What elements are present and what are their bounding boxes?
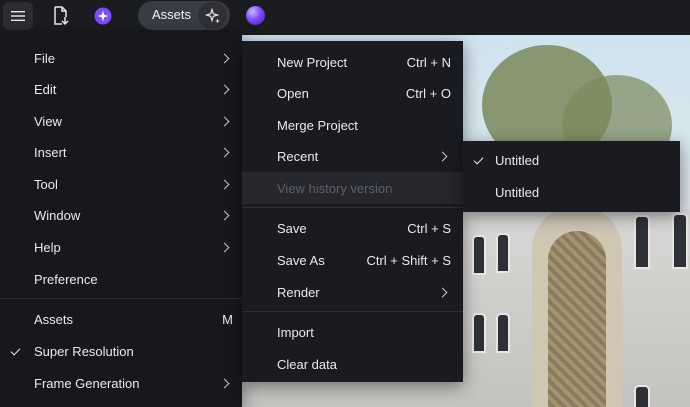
menu-item-assets[interactable]: Assets M [0, 303, 242, 335]
menu-item-label: Frame Generation [34, 375, 140, 391]
chevron-right-icon [219, 53, 230, 63]
ai-assets-button[interactable] [198, 2, 227, 29]
chevron-right-icon [219, 242, 230, 252]
menu-item-import[interactable]: Import [242, 316, 463, 348]
menu-item-insert[interactable]: Insert [0, 136, 242, 168]
chevron-right-icon [437, 151, 448, 161]
chevron-right-icon [437, 287, 448, 297]
menu-item-label: Super Resolution [34, 343, 134, 359]
menu-item-super-resolution[interactable]: Super Resolution [0, 335, 242, 367]
menu-item-label: File [34, 50, 55, 66]
assets-toggle[interactable]: Assets [138, 1, 230, 30]
recent-item[interactable]: Untitled [463, 176, 680, 208]
menu-item-label: Untitled [495, 184, 540, 200]
menu-item-label: Assets [34, 311, 74, 327]
ai-sparkle-badge-icon [94, 7, 112, 25]
menu-item-open[interactable]: Open Ctrl + O [242, 77, 463, 109]
menu-item-recent[interactable]: Recent [242, 140, 463, 172]
menu-item-label: Render [277, 284, 320, 300]
menu-item-edit[interactable]: Edit [0, 73, 242, 105]
menu-item-help[interactable]: Help [0, 231, 242, 263]
menu-item-clear-data[interactable]: Clear data [242, 348, 463, 380]
menu-item-new-project[interactable]: New Project Ctrl + N [242, 46, 463, 78]
menu-item-label: Recent [277, 148, 319, 164]
menu-item-save[interactable]: Save Ctrl + S [242, 212, 463, 244]
sparkle-icon [204, 7, 220, 23]
arch-screen [548, 231, 606, 407]
assets-label: Assets [152, 7, 192, 22]
menu-shortcut: Ctrl + O [405, 85, 451, 101]
chevron-right-icon [219, 147, 230, 157]
menu-item-label: View [34, 113, 62, 129]
window [472, 313, 486, 353]
menu-item-tool[interactable]: Tool [0, 168, 242, 200]
menu-item-preference[interactable]: Preference [0, 263, 242, 295]
chevron-right-icon [219, 179, 230, 189]
menu-item-label: Tool [34, 176, 58, 192]
checkmark-icon [10, 345, 21, 356]
menu-item-label: Insert [34, 144, 67, 160]
ai-assistant-button[interactable] [88, 2, 118, 30]
window [472, 235, 486, 275]
chevron-right-icon [219, 210, 230, 220]
menu-item-label: Merge Project [277, 117, 358, 133]
menu-shortcut: Ctrl + N [406, 54, 451, 70]
menu-item-frame-generation[interactable]: Frame Generation [0, 367, 242, 399]
menu-item-label: Untitled [495, 152, 540, 168]
menu-item-label: Save As [277, 252, 325, 268]
menu-item-window[interactable]: Window [0, 199, 242, 231]
window [634, 385, 650, 407]
menu-divider [242, 207, 463, 208]
menu-item-label: Preference [34, 271, 98, 287]
menu-item-view[interactable]: View [0, 105, 242, 137]
hamburger-icon [11, 11, 25, 21]
menu-item-render[interactable]: Render [242, 276, 463, 308]
menu-item-save-as[interactable]: Save As Ctrl + Shift + S [242, 244, 463, 276]
recent-submenu: Untitled Untitled [463, 141, 680, 212]
menu-item-label: Import [277, 324, 314, 340]
chevron-right-icon [219, 84, 230, 94]
menu-item-file[interactable]: File [0, 42, 242, 74]
menu-shortcut: M [222, 311, 233, 327]
file-submenu: New Project Ctrl + N Open Ctrl + O Merge… [242, 41, 463, 382]
menu-item-label: Save [277, 220, 307, 236]
chevron-right-icon [219, 116, 230, 126]
orb-avatar[interactable] [246, 6, 265, 25]
window [496, 233, 510, 273]
menu-item-label: Edit [34, 81, 57, 97]
chevron-right-icon [219, 378, 230, 388]
main-menu: File Edit View Insert Tool Window Help P… [0, 33, 242, 407]
file-export-icon [54, 6, 69, 26]
main-menu-button[interactable] [3, 2, 33, 30]
menu-item-label: Window [34, 207, 81, 223]
menu-item-merge-project[interactable]: Merge Project [242, 109, 463, 141]
menu-divider [242, 311, 463, 312]
recent-item[interactable]: Untitled [463, 144, 680, 176]
menu-item-label: Help [34, 239, 61, 255]
menu-item-label: View history version [277, 180, 393, 196]
menu-item-label: New Project [277, 54, 348, 70]
menu-item-label: Clear data [277, 356, 337, 372]
window [634, 215, 650, 269]
top-toolbar: Assets [0, 0, 690, 33]
window [496, 313, 510, 353]
file-export-button[interactable] [46, 2, 76, 30]
menu-divider [0, 298, 242, 299]
menu-shortcut: Ctrl + Shift + S [366, 252, 451, 268]
menu-item-view-history-version[interactable]: View history version [242, 172, 463, 204]
window [672, 213, 688, 269]
checkmark-icon [473, 154, 484, 165]
menu-item-label: Open [277, 85, 309, 101]
menu-shortcut: Ctrl + S [407, 220, 451, 236]
